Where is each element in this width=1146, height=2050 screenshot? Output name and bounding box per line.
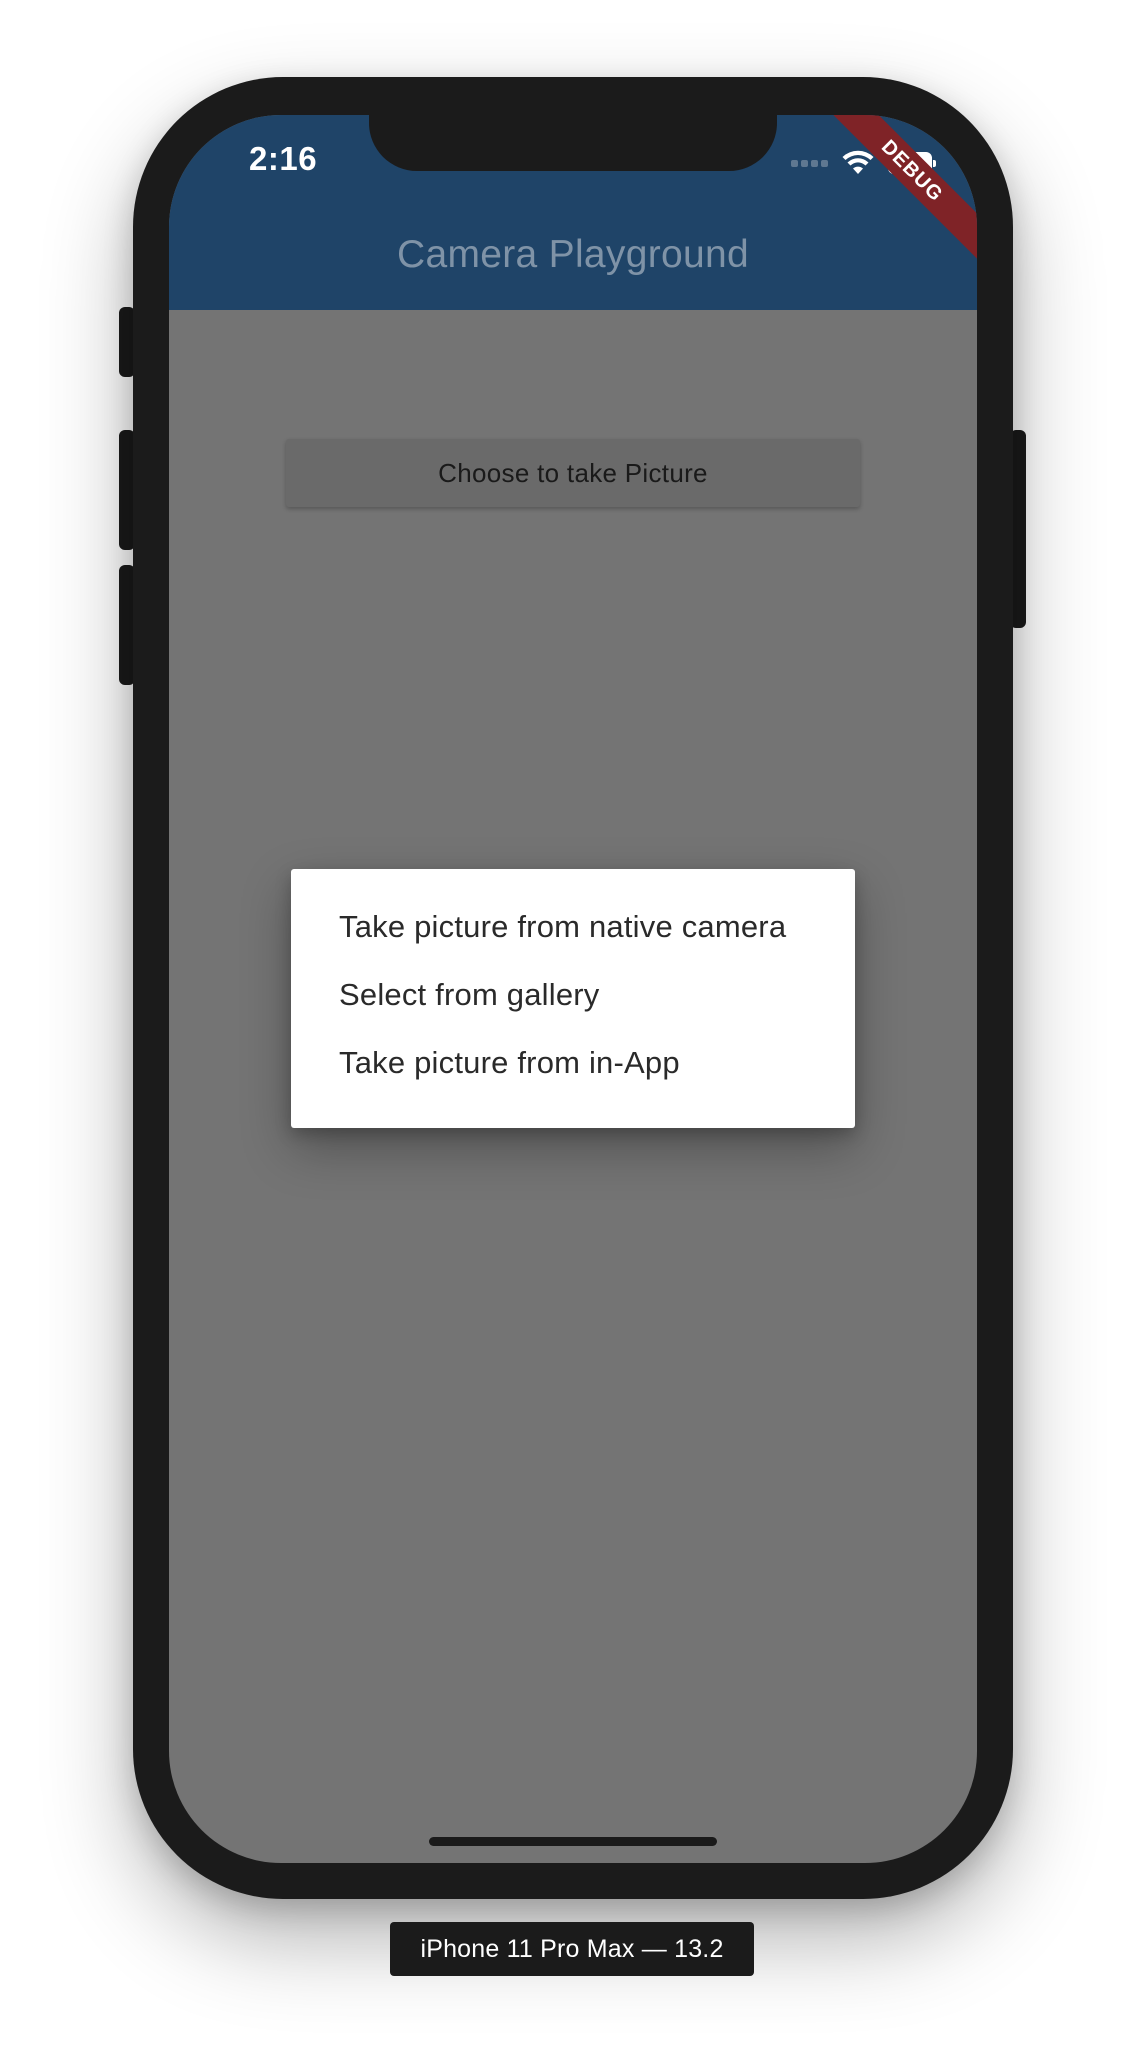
option-gallery[interactable]: Select from gallery	[339, 977, 600, 1013]
picture-source-dialog: Take picture from native camera Select f…	[291, 869, 855, 1128]
choose-picture-button[interactable]: Choose to take Picture	[286, 439, 860, 507]
signal-dots-icon	[791, 159, 828, 167]
status-time: 2:16	[249, 140, 318, 177]
notch	[369, 115, 777, 171]
app-title: Camera Playground	[397, 233, 749, 276]
wifi-icon	[842, 150, 874, 174]
device-name-label: iPhone 11 Pro Max — 13.2	[390, 1922, 754, 1976]
option-native-camera[interactable]: Take picture from native camera	[339, 909, 786, 945]
home-indicator[interactable]	[429, 1837, 717, 1846]
option-in-app-camera[interactable]: Take picture from in-App	[339, 1045, 680, 1081]
simulator-window: 2:16 DEBUG Camera Playground Choose to t…	[0, 0, 1146, 2050]
device-screen: 2:16 DEBUG Camera Playground Choose to t…	[169, 115, 977, 1863]
app-bar: 2:16 DEBUG Camera Playground	[169, 115, 977, 310]
